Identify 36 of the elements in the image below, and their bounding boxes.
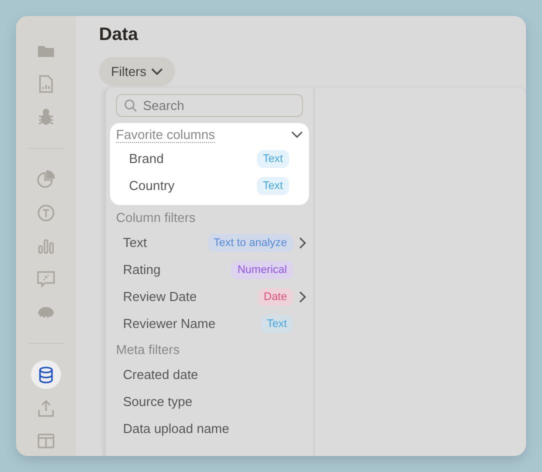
section-title: Favorite columns	[116, 127, 215, 143]
database-icon	[37, 366, 55, 384]
chevron-right-icon	[299, 290, 307, 302]
database-nav-button[interactable]	[31, 360, 61, 390]
filters-button[interactable]: Filters	[99, 57, 176, 86]
upload-icon	[37, 399, 55, 418]
bug-icon	[37, 108, 55, 126]
text-circle-icon	[37, 204, 55, 222]
section-title: Meta filters	[115, 341, 181, 359]
chevron-down-icon[interactable]	[291, 131, 303, 139]
column-item[interactable]: Reviewer Name Text	[110, 310, 309, 337]
column-item[interactable]: Brand Text	[110, 145, 309, 172]
column-item[interactable]: Data upload name	[110, 415, 309, 442]
screen-icon	[37, 270, 55, 288]
search-icon	[124, 99, 137, 112]
search-field[interactable]: Search	[116, 94, 303, 117]
pie-icon	[37, 170, 55, 188]
type-tag: Text	[260, 314, 293, 332]
column-item[interactable]: Source type	[110, 388, 309, 415]
column-item[interactable]: Review Date Date	[110, 283, 309, 310]
type-tag: Text	[256, 150, 289, 168]
column-item[interactable]: Text Text to analyze	[110, 229, 309, 256]
column-item[interactable]: Rating Numerical	[110, 256, 309, 283]
chevron-right-icon	[299, 236, 307, 248]
type-tag: Text	[256, 176, 289, 194]
column-item[interactable]: Created date	[110, 361, 309, 388]
type-tag: Date	[258, 288, 293, 306]
report-icon	[37, 74, 55, 93]
layout-icon	[37, 432, 55, 450]
chevron-down-icon	[151, 68, 164, 76]
bars-icon	[37, 237, 55, 256]
page-title: Data	[99, 24, 140, 45]
type-tag: Text to analyze	[208, 234, 293, 252]
type-tag: Numerical	[231, 260, 293, 278]
section-title: Column filters	[115, 209, 196, 227]
column-item[interactable]: Country Text	[110, 172, 309, 199]
